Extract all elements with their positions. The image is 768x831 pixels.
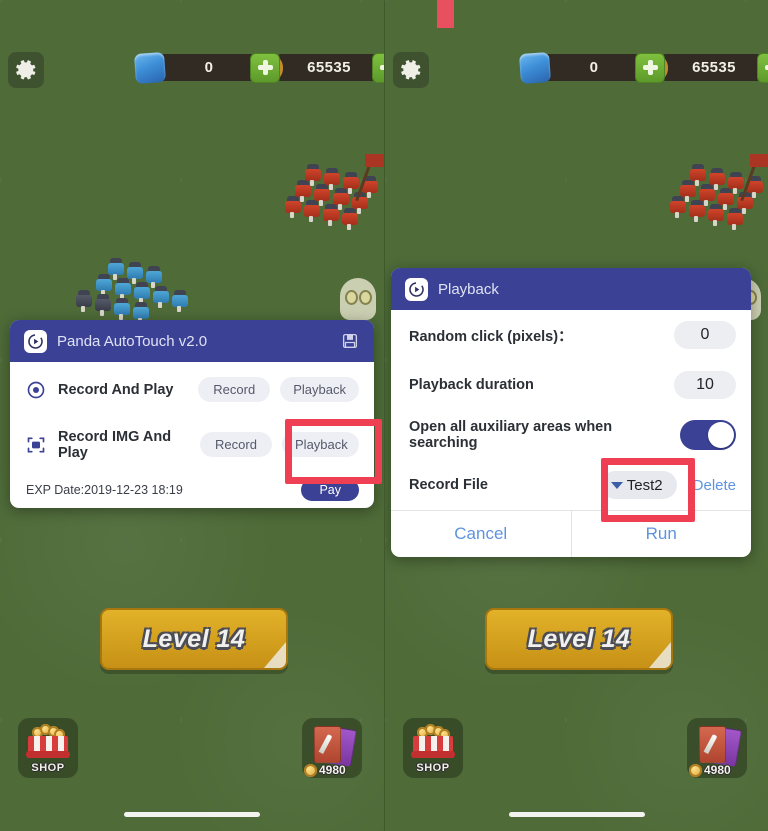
radio-dot-icon xyxy=(27,381,45,398)
cards-cost: 4980 xyxy=(689,763,731,777)
cancel-button[interactable]: Cancel xyxy=(391,511,571,557)
screenshot-root: 0 65535 Panda AutoTouch v2.0 Record And … xyxy=(0,0,768,831)
gem-icon xyxy=(133,51,167,84)
cards-button-left[interactable]: 4980 xyxy=(302,718,362,778)
ground-highlight-2 xyxy=(472,527,768,831)
record-img-and-play-row: Record IMG And Play Record Playback xyxy=(10,417,374,472)
hud-bar-left: 0 65535 xyxy=(0,51,384,92)
toggle-knob xyxy=(708,422,734,448)
shop-label: SHOP xyxy=(416,762,450,774)
phone-screen-right: 0 65535 Playback Random click (pixels)： … xyxy=(384,0,768,831)
coin-icon xyxy=(689,763,702,777)
add-gold-button[interactable] xyxy=(757,52,768,83)
panda-autotouch-icon xyxy=(24,329,47,353)
playback-duration-label: Playback duration xyxy=(409,377,534,393)
shop-label: SHOP xyxy=(31,762,65,774)
play-circle-icon xyxy=(409,281,424,297)
gear-icon xyxy=(16,60,36,80)
record-file-label: Record File xyxy=(409,477,488,493)
home-indicator-right[interactable] xyxy=(509,812,645,817)
phone-screen-left: 0 65535 Panda AutoTouch v2.0 Record And … xyxy=(0,0,384,831)
coin-icon xyxy=(304,763,317,777)
record-and-play-row: Record And Play Record Playback xyxy=(10,362,374,417)
enemy-troop-group xyxy=(670,152,768,232)
shop-icon xyxy=(411,724,455,758)
record-button-2[interactable]: Record xyxy=(200,432,273,457)
record-dot-icon xyxy=(25,379,47,401)
exp-date-label: EXP Date:2019-12-23 18:19 xyxy=(26,483,183,497)
record-and-play-label: Record And Play xyxy=(58,381,174,398)
shop-button-right[interactable]: SHOP xyxy=(403,718,463,778)
ground-highlight-2 xyxy=(87,527,384,831)
gem-count: 0 xyxy=(159,54,254,81)
record-file-value: Test2 xyxy=(626,476,663,494)
auxiliary-areas-label: Open all auxiliary areas when searching xyxy=(409,419,613,451)
cards-cost-value: 4980 xyxy=(319,763,346,777)
level-label: Level 14 xyxy=(142,624,246,653)
hud-bar-right: 0 65535 xyxy=(385,51,768,92)
home-indicator-left[interactable] xyxy=(124,812,260,817)
delete-record-file-button[interactable]: Delete xyxy=(693,477,736,494)
ghost-creature xyxy=(340,278,376,320)
gold-count: 65535 xyxy=(277,54,376,81)
gem-icon xyxy=(518,51,552,84)
playback-button-2[interactable]: Playback xyxy=(282,432,359,457)
playback-duration-row: Playback duration 10 xyxy=(391,360,751,410)
auxiliary-areas-toggle[interactable] xyxy=(680,420,736,450)
shop-icon xyxy=(26,724,70,758)
image-scan-icon xyxy=(25,434,47,456)
save-floppy-icon[interactable] xyxy=(340,331,360,351)
random-click-row: Random click (pixels)： 0 xyxy=(391,310,751,360)
add-gems-button[interactable] xyxy=(635,52,665,83)
gem-count: 0 xyxy=(544,54,639,81)
cards-icon xyxy=(697,725,742,767)
record-img-and-play-label: Record IMG And Play xyxy=(58,428,172,461)
player-troop-group xyxy=(76,258,238,328)
playback-dialog-footer: Cancel Run xyxy=(391,510,751,557)
level-label: Level 14 xyxy=(527,624,631,653)
gem-counter: 0 xyxy=(133,51,280,84)
settings-button[interactable] xyxy=(8,52,44,88)
enemy-troop-group xyxy=(285,152,384,232)
img-capture-icon xyxy=(27,437,45,452)
top-red-marker xyxy=(437,0,454,28)
playback-button-1[interactable]: Playback xyxy=(280,377,359,402)
add-gold-button[interactable] xyxy=(372,52,384,83)
chevron-down-icon xyxy=(610,481,623,489)
dialog-header: Panda AutoTouch v2.0 xyxy=(10,320,374,362)
record-button-1[interactable]: Record xyxy=(198,377,271,402)
floppy-icon xyxy=(342,333,358,349)
playback-duration-input[interactable]: 10 xyxy=(674,371,736,399)
dialog-title: Panda AutoTouch v2.0 xyxy=(57,332,208,350)
exp-row: EXP Date:2019-12-23 18:19 Pay xyxy=(10,472,374,508)
random-click-input[interactable]: 0 xyxy=(674,321,736,349)
playback-dialog-title: Playback xyxy=(438,280,499,298)
playback-dialog-header: Playback xyxy=(391,268,751,310)
record-file-row: Record File Test2 Delete xyxy=(391,460,751,510)
random-click-label: Random click (pixels)： xyxy=(409,328,573,345)
playback-dialog: Playback Random click (pixels)： 0 Playba… xyxy=(391,268,751,557)
pay-button[interactable]: Pay xyxy=(301,479,359,501)
cards-cost-value: 4980 xyxy=(704,763,731,777)
cards-icon xyxy=(312,725,357,767)
panda-autotouch-dialog: Panda AutoTouch v2.0 Record And Play Rec… xyxy=(10,320,374,508)
shop-button-left[interactable]: SHOP xyxy=(18,718,78,778)
cards-button-right[interactable]: 4980 xyxy=(687,718,747,778)
record-file-dropdown[interactable]: Test2 xyxy=(600,471,677,499)
gear-icon xyxy=(401,60,421,80)
gold-count: 65535 xyxy=(662,54,761,81)
add-gems-button[interactable] xyxy=(250,52,280,83)
level-banner-right[interactable]: Level 14 xyxy=(485,608,673,670)
panda-autotouch-icon xyxy=(405,277,428,301)
gem-counter: 0 xyxy=(518,51,665,84)
cards-cost: 4980 xyxy=(304,763,346,777)
settings-button[interactable] xyxy=(393,52,429,88)
level-banner-left[interactable]: Level 14 xyxy=(100,608,288,670)
play-circle-icon xyxy=(28,333,43,349)
auxiliary-areas-row: Open all auxiliary areas when searching xyxy=(391,410,751,460)
run-button[interactable]: Run xyxy=(570,511,752,557)
